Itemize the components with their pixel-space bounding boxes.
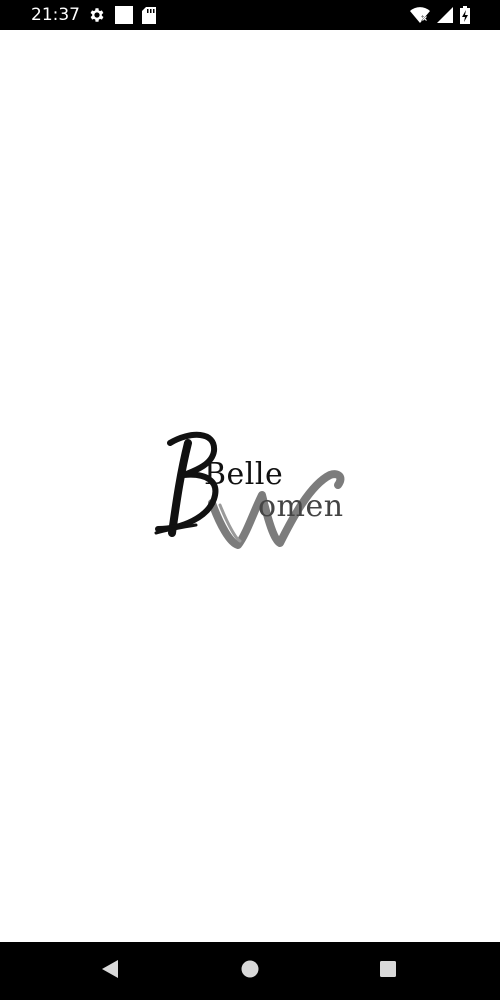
recents-button[interactable]: [376, 959, 400, 983]
battery-charging-icon: [460, 6, 470, 24]
home-button[interactable]: [238, 959, 262, 983]
belle-women-logo: Belle omen: [150, 425, 365, 555]
back-icon: [100, 959, 120, 983]
settings-icon: [88, 6, 106, 24]
home-icon: [240, 959, 260, 983]
navigation-bar: [0, 942, 500, 1000]
back-button[interactable]: [98, 959, 122, 983]
sd-card-icon: [142, 6, 156, 24]
app-screen: 21:37 Belle omen: [0, 0, 500, 1000]
status-right-icons: [410, 5, 470, 25]
cell-signal-icon: [437, 7, 453, 23]
recents-icon: [378, 959, 398, 983]
status-bar: 21:37: [0, 0, 500, 30]
logo-text-women: omen: [258, 489, 344, 524]
status-left-icons: [88, 5, 156, 25]
wifi-icon: [410, 7, 430, 23]
splash-content: Belle omen: [0, 30, 500, 942]
status-time: 21:37: [31, 5, 80, 25]
notification-square-icon: [115, 6, 133, 24]
logo-text-belle: Belle: [204, 457, 284, 492]
